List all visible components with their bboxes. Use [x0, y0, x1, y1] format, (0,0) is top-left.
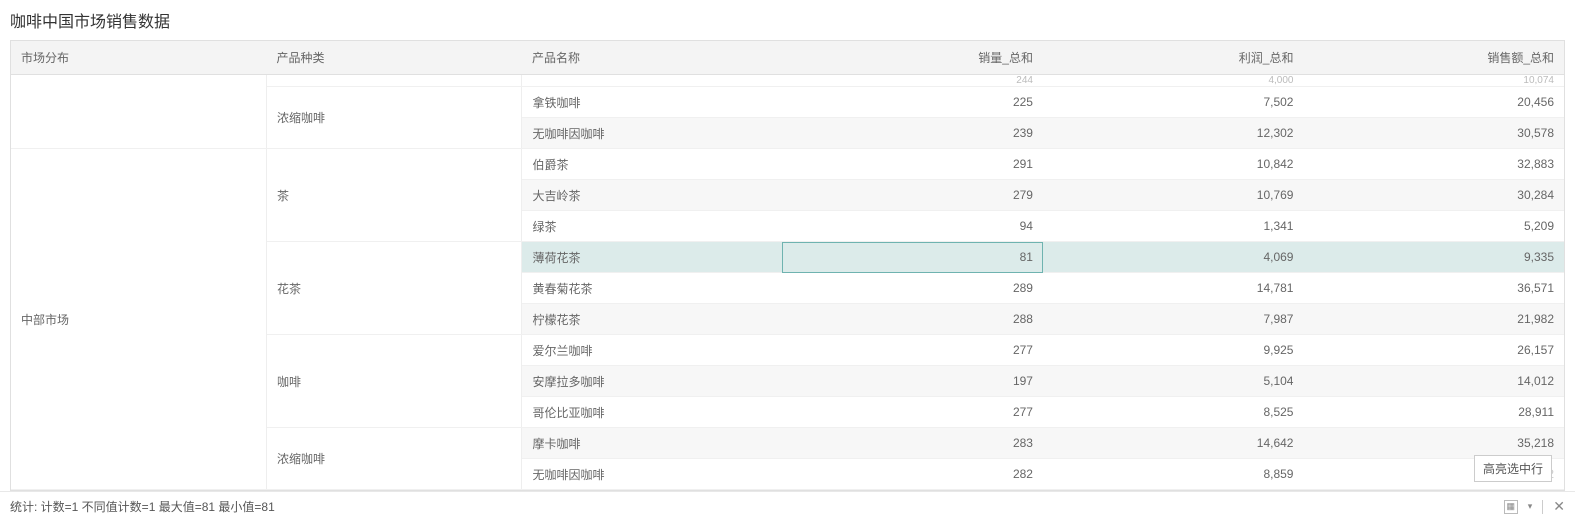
- profit-cell[interactable]: 12,302: [1043, 118, 1304, 149]
- col-market[interactable]: 市场分布: [11, 41, 266, 75]
- col-sales-qty[interactable]: 销量_总和: [782, 41, 1043, 75]
- profit-cell[interactable]: 10,842: [1043, 149, 1304, 180]
- dropdown-icon[interactable]: ▾: [1528, 501, 1533, 512]
- qty-cell[interactable]: 283: [782, 428, 1043, 459]
- product-cell: 柠檬花茶: [522, 304, 783, 335]
- data-table-container: 市场分布 产品种类 产品名称 销量_总和 利润_总和 销售额_总和 244 4,…: [10, 40, 1565, 491]
- status-bar: 统计: 计数=1 不同值计数=1 最大值=81 最小值=81 ▦ ▾ ✕: [0, 491, 1575, 521]
- product-cell: 爱尔兰咖啡: [522, 335, 783, 366]
- product-cell: 安摩拉多咖啡: [522, 366, 783, 397]
- col-category[interactable]: 产品种类: [266, 41, 521, 75]
- qty-cell[interactable]: 277: [782, 335, 1043, 366]
- header-row: 市场分布 产品种类 产品名称 销量_总和 利润_总和 销售额_总和: [11, 41, 1564, 75]
- product-cell: 无咖啡因咖啡: [522, 118, 783, 149]
- product-cell: 薄荷花茶: [522, 242, 783, 273]
- product-cell: [522, 75, 783, 87]
- close-icon[interactable]: ✕: [1553, 498, 1565, 515]
- qty-cell[interactable]: 289: [782, 273, 1043, 304]
- profit-cell[interactable]: 1,341: [1043, 211, 1304, 242]
- revenue-cell[interactable]: 14,012: [1303, 366, 1564, 397]
- profit-cell[interactable]: 7,987: [1043, 304, 1304, 335]
- profit-cell[interactable]: 4,000: [1043, 75, 1304, 87]
- product-cell: 大吉岭茶: [522, 180, 783, 211]
- qty-cell[interactable]: 282: [782, 459, 1043, 490]
- revenue-cell[interactable]: 35,218: [1303, 428, 1564, 459]
- product-cell: 拿铁咖啡: [522, 87, 783, 118]
- col-profit[interactable]: 利润_总和: [1043, 41, 1304, 75]
- product-cell: 黄春菊花茶: [522, 273, 783, 304]
- profit-cell[interactable]: 8,525: [1043, 397, 1304, 428]
- revenue-cell[interactable]: 5,209: [1303, 211, 1564, 242]
- qty-cell[interactable]: 279: [782, 180, 1043, 211]
- profit-cell[interactable]: 10,769: [1043, 180, 1304, 211]
- market-cell: 中部市场: [11, 149, 266, 490]
- data-table: 市场分布 产品种类 产品名称 销量_总和 利润_总和 销售额_总和 244 4,…: [11, 41, 1564, 490]
- revenue-cell[interactable]: 28,911: [1303, 397, 1564, 428]
- product-cell: 伯爵茶: [522, 149, 783, 180]
- revenue-cell[interactable]: 30,578: [1303, 118, 1564, 149]
- status-text: 统计: 计数=1 不同值计数=1 最大值=81 最小值=81: [10, 498, 275, 515]
- profit-cell[interactable]: 14,642: [1043, 428, 1304, 459]
- revenue-cell[interactable]: 26,157: [1303, 335, 1564, 366]
- revenue-cell[interactable]: 10,074: [1303, 75, 1564, 87]
- qty-cell[interactable]: 291: [782, 149, 1043, 180]
- revenue-cell[interactable]: 36,571: [1303, 273, 1564, 304]
- page-title: 咖啡中国市场销售数据: [10, 8, 1565, 32]
- profit-cell[interactable]: 4,069: [1043, 242, 1304, 273]
- view-mode-icon[interactable]: ▦: [1504, 500, 1518, 514]
- profit-cell[interactable]: 9,925: [1043, 335, 1304, 366]
- qty-cell[interactable]: 225: [782, 87, 1043, 118]
- qty-cell[interactable]: 94: [782, 211, 1043, 242]
- category-cell: 咖啡: [266, 335, 521, 428]
- divider: [1542, 500, 1543, 514]
- qty-cell[interactable]: 288: [782, 304, 1043, 335]
- qty-cell[interactable]: 244: [782, 75, 1043, 87]
- qty-cell[interactable]: 277: [782, 397, 1043, 428]
- revenue-cell[interactable]: 9,335: [1303, 242, 1564, 273]
- product-cell: 无咖啡因咖啡: [522, 459, 783, 490]
- qty-cell-selected[interactable]: 81: [782, 242, 1043, 273]
- qty-cell[interactable]: 239: [782, 118, 1043, 149]
- product-cell: 绿茶: [522, 211, 783, 242]
- market-cell: [11, 75, 266, 149]
- category-cell: 浓缩咖啡: [266, 87, 521, 149]
- profit-cell[interactable]: 8,859: [1043, 459, 1304, 490]
- col-product[interactable]: 产品名称: [522, 41, 783, 75]
- qty-cell[interactable]: 197: [782, 366, 1043, 397]
- highlight-selected-row-button[interactable]: 高亮选中行: [1474, 455, 1552, 482]
- category-cell: [266, 75, 521, 87]
- revenue-cell[interactable]: 21,982: [1303, 304, 1564, 335]
- table-row[interactable]: 中部市场 茶 伯爵茶 291 10,842 32,883: [11, 149, 1564, 180]
- product-cell: 哥伦比亚咖啡: [522, 397, 783, 428]
- table-row[interactable]: 244 4,000 10,074: [11, 75, 1564, 87]
- profit-cell[interactable]: 14,781: [1043, 273, 1304, 304]
- col-revenue[interactable]: 销售额_总和: [1303, 41, 1564, 75]
- category-cell: 花茶: [266, 242, 521, 335]
- product-cell: 摩卡咖啡: [522, 428, 783, 459]
- revenue-cell[interactable]: 20,456: [1303, 87, 1564, 118]
- profit-cell[interactable]: 7,502: [1043, 87, 1304, 118]
- category-cell: 浓缩咖啡: [266, 428, 521, 490]
- category-cell: 茶: [266, 149, 521, 242]
- revenue-cell[interactable]: 32,883: [1303, 149, 1564, 180]
- profit-cell[interactable]: 5,104: [1043, 366, 1304, 397]
- revenue-cell[interactable]: 30,284: [1303, 180, 1564, 211]
